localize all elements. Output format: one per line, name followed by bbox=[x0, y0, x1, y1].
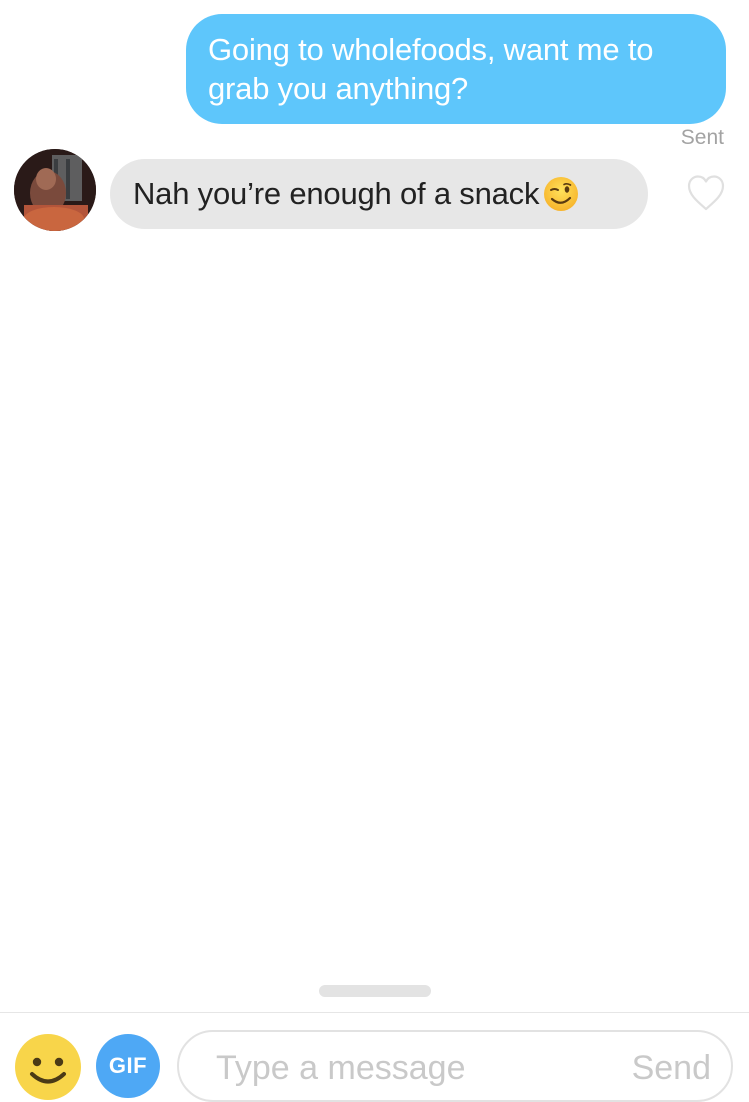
composer-divider bbox=[0, 1012, 749, 1013]
send-button[interactable]: Send bbox=[632, 1048, 711, 1088]
sent-message-line-2: grab you anything? bbox=[208, 71, 469, 106]
heart-outline-icon[interactable] bbox=[686, 174, 726, 212]
message-composer: Send bbox=[177, 1030, 733, 1102]
received-message-text: Nah you’re enough of a snack bbox=[133, 176, 540, 211]
avatar[interactable] bbox=[14, 149, 96, 231]
winking-face-emoji-icon bbox=[542, 175, 580, 213]
avatar-photo bbox=[14, 149, 96, 231]
received-message-bubble[interactable]: Nah you’re enough of a snack bbox=[110, 159, 648, 229]
message-status: Sent bbox=[680, 126, 724, 149]
scroll-handle[interactable] bbox=[319, 985, 431, 997]
smiley-face-icon[interactable] bbox=[15, 1034, 81, 1100]
sent-message-line-1: Going to wholefoods, want me to bbox=[208, 32, 654, 67]
message-input[interactable] bbox=[216, 1048, 596, 1088]
gif-button[interactable]: GIF bbox=[96, 1034, 160, 1098]
sent-message-bubble[interactable]: Going to wholefoods, want me to grab you… bbox=[186, 14, 726, 124]
